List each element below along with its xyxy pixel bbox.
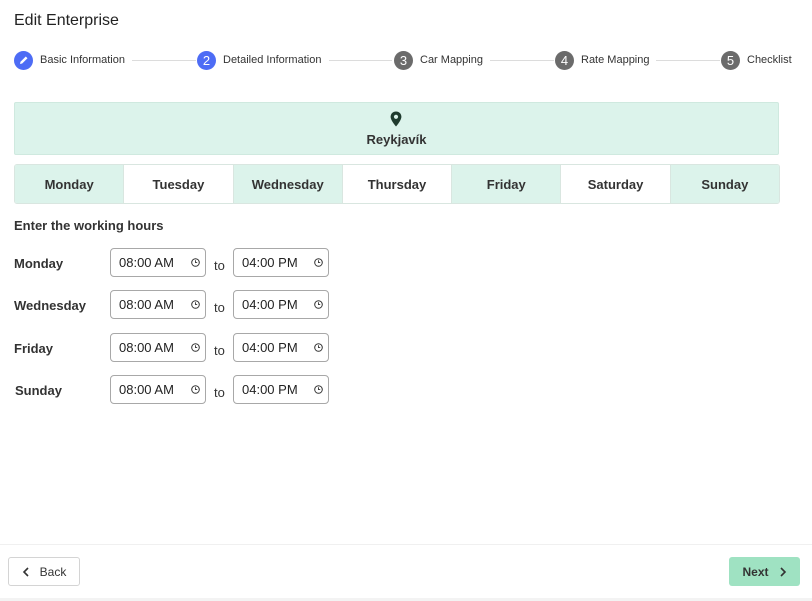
- hours-row-day: Wednesday: [14, 298, 87, 313]
- to-label: to: [214, 300, 225, 315]
- clock-icon: [191, 385, 200, 394]
- clock-icon: [314, 343, 323, 352]
- start-time-value: 08:00 AM: [119, 340, 174, 355]
- clock-icon: [314, 300, 323, 309]
- next-button[interactable]: Next: [729, 557, 800, 586]
- hours-row-day: Friday: [14, 341, 54, 356]
- step-connector: [490, 60, 554, 61]
- step-connector: [132, 60, 196, 61]
- to-label: to: [214, 343, 225, 358]
- start-time-value: 08:00 AM: [119, 297, 174, 312]
- step-checklist[interactable]: 5 Checklist: [721, 50, 792, 70]
- step-number: 2: [197, 50, 216, 70]
- clock-icon: [191, 258, 200, 267]
- day-toggle-monday[interactable]: Monday: [15, 165, 125, 203]
- page-title: Edit Enterprise: [14, 12, 119, 29]
- end-time-value: 04:00 PM: [242, 382, 298, 397]
- start-time-value: 08:00 AM: [119, 255, 174, 270]
- start-time-input[interactable]: 08:00 AM: [110, 375, 206, 404]
- day-toggle-thursday[interactable]: Thursday: [342, 165, 453, 203]
- location-card: Reykjavík: [14, 102, 779, 155]
- back-button[interactable]: Back: [8, 557, 80, 586]
- start-time-input[interactable]: 08:00 AM: [110, 248, 206, 277]
- day-selector: Monday Tuesday Wednesday Thursday Friday…: [14, 164, 780, 204]
- step-number: 5: [721, 50, 740, 70]
- end-time-input[interactable]: 04:00 PM: [233, 290, 329, 319]
- start-time-input[interactable]: 08:00 AM: [110, 333, 206, 362]
- clock-icon: [314, 258, 323, 267]
- step-connector: [656, 60, 720, 61]
- end-time-input[interactable]: 04:00 PM: [233, 375, 329, 404]
- step-label: Basic Information: [40, 54, 125, 66]
- day-toggle-saturday[interactable]: Saturday: [561, 165, 671, 203]
- hours-row-monday: Monday 08:00 AM to 04:00 PM: [14, 248, 344, 278]
- clock-icon: [191, 343, 200, 352]
- end-time-input[interactable]: 04:00 PM: [233, 248, 329, 277]
- step-detailed-information[interactable]: 2 Detailed Information: [197, 50, 321, 70]
- hours-row-friday: Friday 08:00 AM to 04:00 PM: [14, 333, 344, 363]
- day-toggle-wednesday[interactable]: Wednesday: [233, 165, 343, 203]
- hours-row-sunday: Sunday 08:00 AM to 04:00 PM: [14, 375, 344, 405]
- end-time-value: 04:00 PM: [242, 297, 298, 312]
- chevron-left-icon: [22, 566, 29, 577]
- step-connector: [329, 60, 392, 61]
- progress-stepper: Basic Information 2 Detailed Information…: [14, 50, 794, 70]
- step-rate-mapping[interactable]: 4 Rate Mapping: [555, 50, 650, 70]
- step-label: Detailed Information: [223, 54, 322, 66]
- start-time-value: 08:00 AM: [119, 382, 174, 397]
- step-basic-information[interactable]: Basic Information: [14, 50, 125, 70]
- hours-row-wednesday: Wednesday 08:00 AM to 04:00 PM: [14, 290, 344, 320]
- day-toggle-tuesday[interactable]: Tuesday: [124, 165, 234, 203]
- next-button-label: Next: [742, 564, 769, 579]
- step-car-mapping[interactable]: 3 Car Mapping: [394, 50, 483, 70]
- working-hours-heading: Enter the working hours: [14, 218, 164, 233]
- to-label: to: [214, 258, 225, 273]
- clock-icon: [314, 385, 323, 394]
- step-number: 3: [394, 50, 413, 70]
- step-label: Car Mapping: [420, 54, 483, 66]
- step-label: Rate Mapping: [581, 54, 650, 66]
- footer-divider: [0, 544, 812, 545]
- day-toggle-sunday[interactable]: Sunday: [670, 165, 779, 203]
- location-city: Reykjavík: [366, 132, 427, 147]
- location-pin-icon: [390, 111, 402, 127]
- step-label: Checklist: [747, 54, 792, 66]
- back-button-label: Back: [39, 564, 67, 579]
- to-label: to: [214, 385, 225, 400]
- hours-row-day: Monday: [14, 256, 64, 271]
- end-time-input[interactable]: 04:00 PM: [233, 333, 329, 362]
- step-number: 4: [555, 50, 574, 70]
- clock-icon: [191, 300, 200, 309]
- end-time-value: 04:00 PM: [242, 340, 298, 355]
- start-time-input[interactable]: 08:00 AM: [110, 290, 206, 319]
- hours-row-day: Sunday: [15, 383, 62, 398]
- day-toggle-friday[interactable]: Friday: [452, 165, 562, 203]
- chevron-right-icon: [779, 566, 786, 577]
- end-time-value: 04:00 PM: [242, 255, 298, 270]
- pencil-icon: [14, 50, 33, 70]
